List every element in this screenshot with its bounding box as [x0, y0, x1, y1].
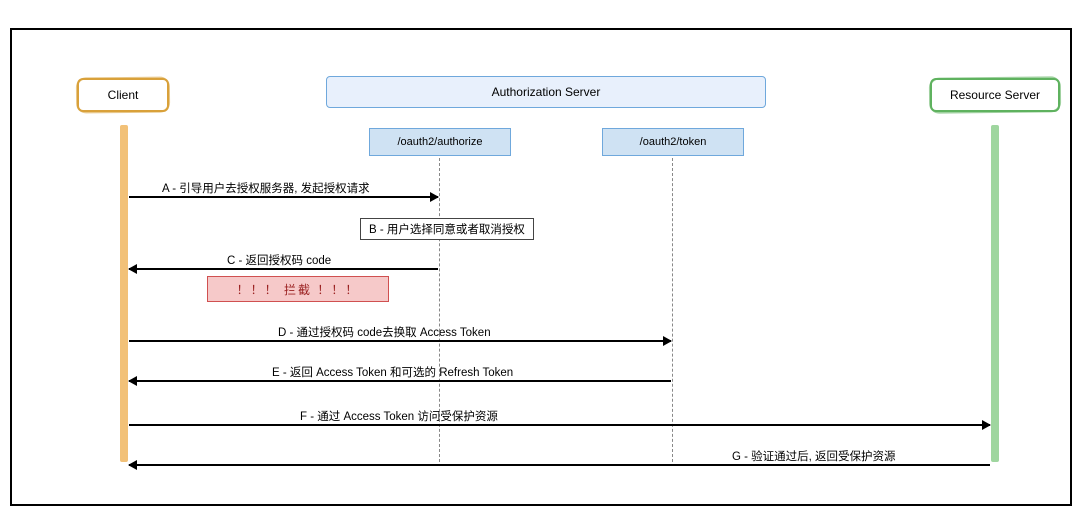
participant-client: Client [77, 78, 169, 112]
intercept-text: ！！！ 拦截 ！！！ [237, 281, 360, 298]
participant-resource-server-label: Resource Server [950, 88, 1040, 102]
intercept-badge: ！！！ 拦截 ！！！ [207, 276, 389, 302]
label-c: C - 返回授权码 code [227, 252, 331, 268]
arrowhead-left-icon [128, 376, 137, 386]
participant-auth-server: Authorization Server [326, 76, 766, 108]
label-a: A - 引导用户去授权服务器, 发起授权请求 [162, 180, 370, 196]
label-b-box: B - 用户选择同意或者取消授权 [360, 218, 534, 240]
participant-client-label: Client [108, 88, 139, 102]
label-f: F - 通过 Access Token 访问受保护资源 [300, 408, 498, 424]
label-d: D - 通过授权码 code去换取 Access Token [278, 324, 491, 340]
arrowhead-left-icon [128, 460, 137, 470]
lifeline-token [672, 158, 673, 462]
arrow-g [129, 464, 990, 466]
arrow-e [129, 380, 671, 382]
arrow-a [129, 196, 438, 198]
endpoint-authorize-label: /oauth2/authorize [397, 136, 482, 148]
arrow-c [129, 268, 438, 270]
sequence-diagram: Client Authorization Server Resource Ser… [0, 0, 1080, 531]
arrowhead-left-icon [128, 264, 137, 274]
participant-auth-server-label: Authorization Server [492, 85, 601, 99]
label-b: B - 用户选择同意或者取消授权 [369, 224, 525, 236]
arrow-f [129, 424, 990, 426]
label-e: E - 返回 Access Token 和可选的 Refresh Token [272, 364, 513, 380]
endpoint-authorize: /oauth2/authorize [369, 128, 511, 156]
diagram-frame: Client Authorization Server Resource Ser… [10, 28, 1072, 506]
lifeline-client [120, 125, 128, 462]
lifeline-resource [991, 125, 999, 462]
endpoint-token-label: /oauth2/token [640, 136, 707, 148]
participant-resource-server: Resource Server [930, 78, 1060, 112]
label-g: G - 验证通过后, 返回受保护资源 [732, 448, 896, 464]
arrowhead-right-icon [982, 420, 991, 430]
arrowhead-right-icon [430, 192, 439, 202]
arrowhead-right-icon [663, 336, 672, 346]
arrow-d [129, 340, 671, 342]
endpoint-token: /oauth2/token [602, 128, 744, 156]
